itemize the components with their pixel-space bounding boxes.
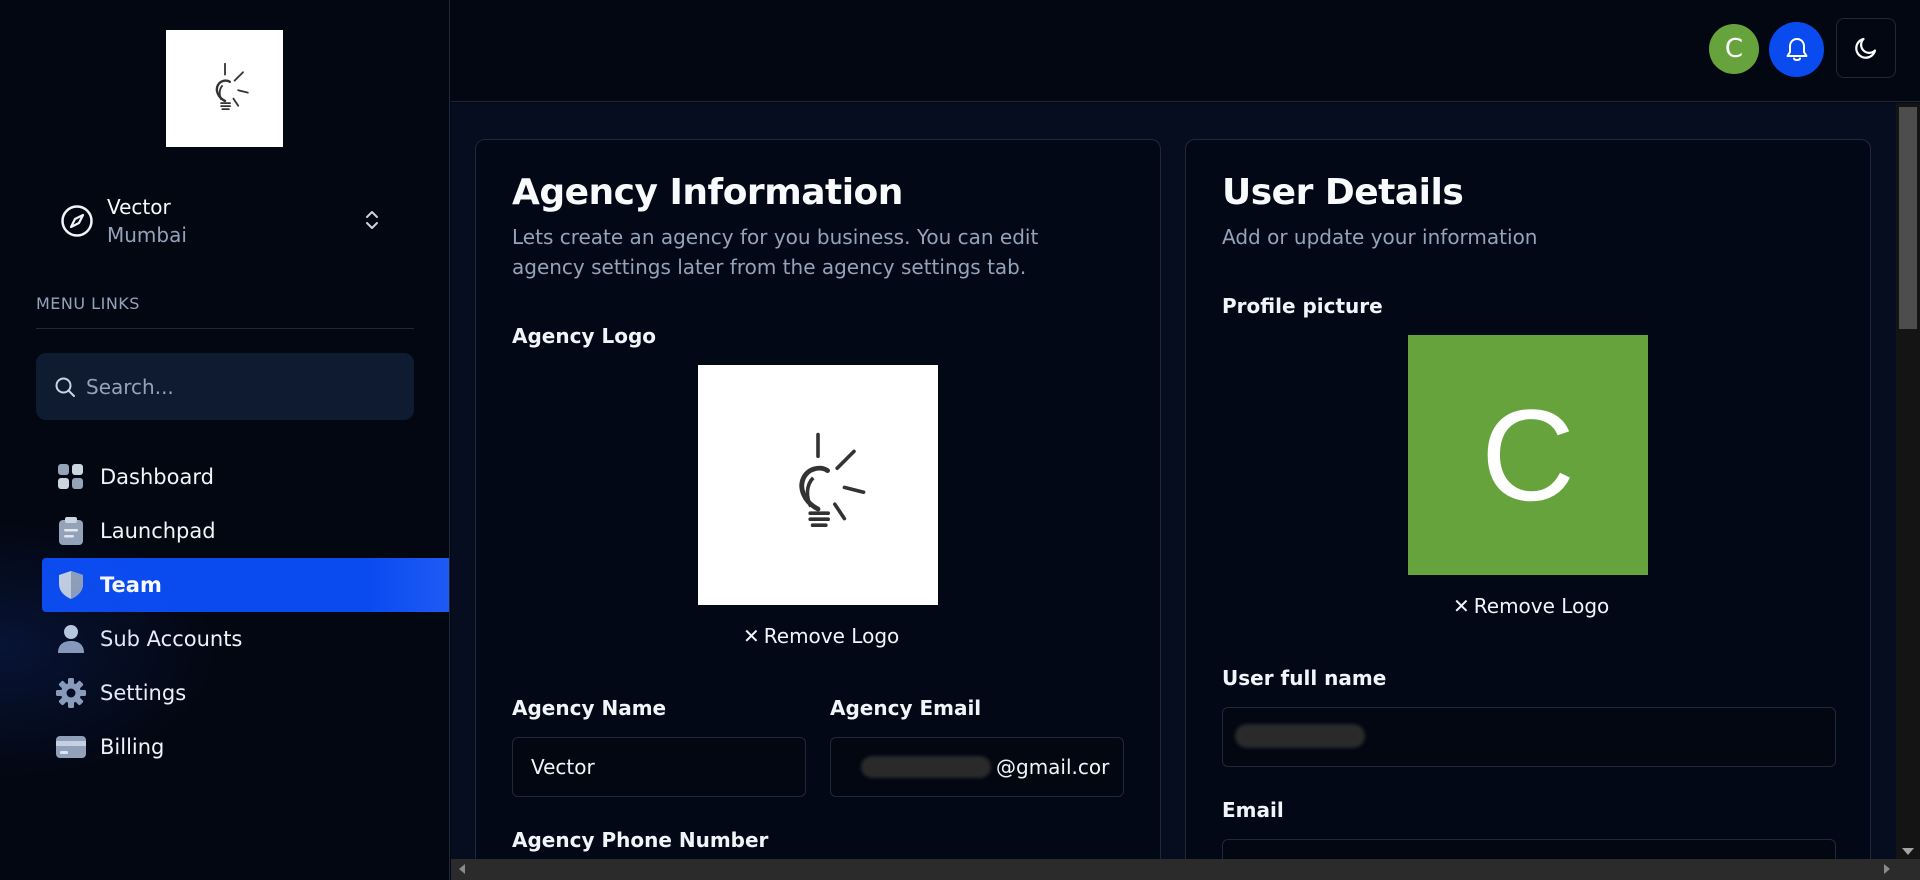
main-content: Agency Information Lets create an agency… bbox=[451, 103, 1899, 859]
user-avatar[interactable]: C bbox=[1709, 24, 1759, 74]
sidebar-item-team[interactable]: Team bbox=[42, 558, 449, 612]
notifications-button[interactable] bbox=[1769, 22, 1824, 77]
agency-information-card: Agency Information Lets create an agency… bbox=[475, 139, 1161, 859]
agency-logo-preview bbox=[698, 365, 938, 605]
clipboard-icon bbox=[56, 516, 86, 546]
sidebar-item-label: Launchpad bbox=[100, 519, 216, 543]
remove-logo-label: Remove Logo bbox=[763, 624, 900, 648]
scroll-down-arrow[interactable] bbox=[1902, 848, 1914, 855]
lightbulb-icon bbox=[215, 62, 249, 110]
vertical-scrollbar[interactable] bbox=[1896, 103, 1920, 859]
sidebar-nav: Dashboard Launchpad Team Sub Accounts Se… bbox=[42, 450, 449, 774]
search-box[interactable] bbox=[36, 353, 414, 420]
account-switcher[interactable]: Vector Mumbai bbox=[36, 188, 414, 254]
user-full-name-label: User full name bbox=[1222, 666, 1387, 690]
user-full-name-field[interactable] bbox=[1222, 707, 1836, 767]
agency-email-label: Agency Email bbox=[830, 696, 982, 720]
redacted-text bbox=[861, 756, 991, 778]
scrollbar-thumb[interactable] bbox=[1899, 107, 1917, 329]
person-icon bbox=[56, 624, 86, 654]
profile-picture-label: Profile picture bbox=[1222, 294, 1383, 318]
email-field[interactable] bbox=[1222, 839, 1836, 859]
close-icon: ✕ bbox=[1453, 594, 1470, 618]
agency-name-field[interactable]: Vector bbox=[512, 737, 806, 797]
horizontal-scrollbar[interactable] bbox=[451, 859, 1920, 880]
agency-email-field[interactable]: @gmail.cor bbox=[830, 737, 1124, 797]
remove-profile-picture-button[interactable]: ✕ Remove Logo bbox=[1453, 594, 1609, 618]
agency-card-description: Lets create an agency for you business. … bbox=[512, 225, 1039, 279]
sidebar-item-launchpad[interactable]: Launchpad bbox=[42, 504, 449, 558]
account-name: Vector bbox=[107, 195, 171, 219]
remove-agency-logo-button[interactable]: ✕ Remove Logo bbox=[743, 624, 899, 648]
email-label: Email bbox=[1222, 798, 1284, 822]
dashboard-icon bbox=[56, 462, 86, 492]
agency-phone-label: Agency Phone Number bbox=[512, 828, 769, 852]
sidebar-item-label: Dashboard bbox=[100, 465, 214, 489]
user-card-description: Add or update your information bbox=[1222, 225, 1538, 249]
scroll-left-arrow[interactable] bbox=[459, 864, 465, 874]
credit-card-icon bbox=[56, 732, 86, 762]
sidebar-item-settings[interactable]: Settings bbox=[42, 666, 449, 720]
search-icon bbox=[55, 377, 75, 397]
sidebar-item-dashboard[interactable]: Dashboard bbox=[42, 450, 449, 504]
top-bar bbox=[451, 0, 1920, 102]
sidebar-item-label: Sub Accounts bbox=[100, 627, 243, 651]
sidebar-item-label: Team bbox=[100, 573, 162, 597]
menu-links-heading: MENU LINKS bbox=[36, 294, 140, 313]
sidebar-item-sub-accounts[interactable]: Sub Accounts bbox=[42, 612, 449, 666]
sidebar-item-label: Billing bbox=[100, 735, 165, 759]
redacted-text bbox=[1235, 724, 1365, 748]
agency-name-label: Agency Name bbox=[512, 696, 667, 720]
account-location: Mumbai bbox=[107, 223, 187, 247]
profile-picture: C bbox=[1408, 335, 1648, 575]
sidebar-item-label: Settings bbox=[100, 681, 187, 705]
remove-logo-label: Remove Logo bbox=[1473, 594, 1610, 618]
bell-icon bbox=[1786, 37, 1807, 61]
agency-card-title: Agency Information bbox=[512, 172, 903, 213]
sidebar: Vector Mumbai MENU LINKS Dash bbox=[0, 0, 450, 880]
gear-icon bbox=[56, 678, 86, 708]
theme-toggle-button[interactable] bbox=[1836, 18, 1896, 78]
lightbulb-icon bbox=[799, 432, 866, 527]
shield-icon bbox=[56, 570, 86, 600]
chevron-up-down-icon bbox=[366, 211, 378, 229]
divider bbox=[36, 328, 414, 329]
moon-icon bbox=[1855, 37, 1877, 59]
compass-icon bbox=[61, 205, 93, 237]
agency-name-value: Vector bbox=[531, 755, 595, 779]
scroll-right-arrow[interactable] bbox=[1884, 864, 1890, 874]
user-card-title: User Details bbox=[1222, 172, 1464, 213]
agency-logo[interactable] bbox=[166, 30, 283, 147]
agency-logo-label: Agency Logo bbox=[512, 324, 656, 348]
close-icon: ✕ bbox=[743, 624, 760, 648]
user-details-card: User Details Add or update your informat… bbox=[1185, 139, 1871, 859]
sidebar-item-billing[interactable]: Billing bbox=[42, 720, 449, 774]
agency-email-value: @gmail.cor bbox=[996, 755, 1110, 779]
search-input[interactable] bbox=[86, 374, 386, 399]
